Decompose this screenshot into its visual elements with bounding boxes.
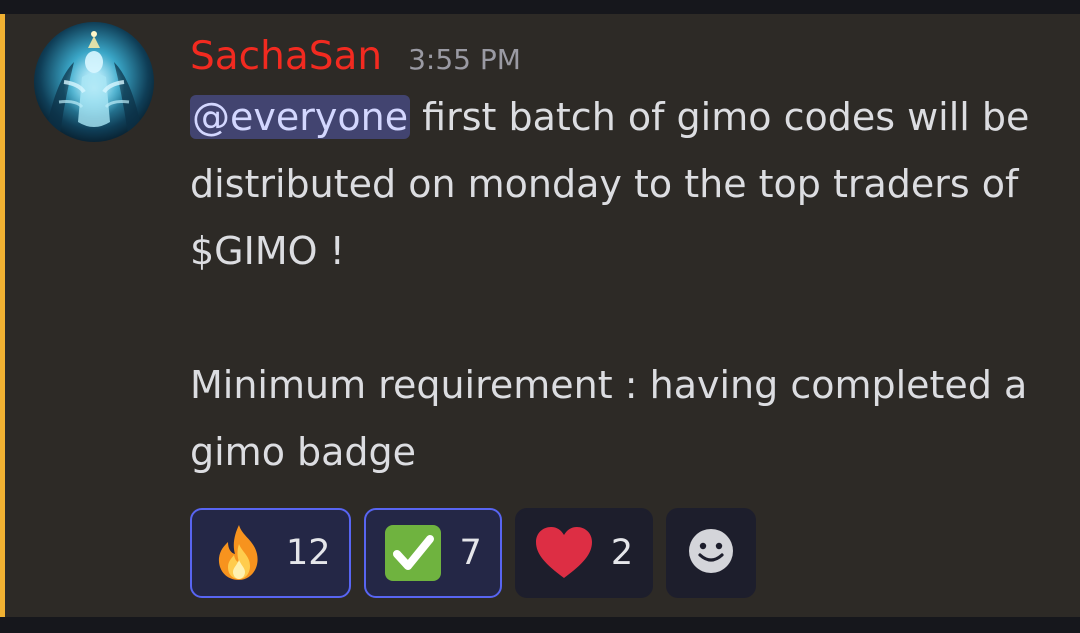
red-heart-emoji-icon bbox=[533, 522, 595, 584]
avatar[interactable] bbox=[34, 22, 154, 142]
message-content: @everyone first batch of gimo codes will… bbox=[190, 84, 1060, 486]
smiley-add-reaction-icon bbox=[687, 527, 735, 580]
check-mark-emoji-icon bbox=[382, 522, 444, 584]
chat-message: SachaSan 3:55 PM @everyone first batch o… bbox=[0, 14, 1080, 617]
everyone-mention[interactable]: @everyone bbox=[190, 95, 411, 139]
author-name[interactable]: SachaSan bbox=[190, 32, 382, 82]
reaction-count: 7 bbox=[459, 533, 482, 573]
message-paragraph: @everyone first batch of gimo codes will… bbox=[190, 84, 1060, 285]
reaction-count: 12 bbox=[286, 533, 331, 573]
chat-window: SachaSan 3:55 PM @everyone first batch o… bbox=[0, 0, 1080, 633]
message-timestamp[interactable]: 3:55 PM bbox=[408, 35, 521, 85]
reactions-bar: 12 7 2 bbox=[190, 508, 757, 598]
reaction-check[interactable]: 7 bbox=[363, 508, 502, 598]
message-paragraph-requirement: Minimum requirement : having completed a… bbox=[190, 363, 1028, 474]
reaction-count: 2 bbox=[610, 533, 634, 573]
reaction-heart[interactable]: 2 bbox=[514, 508, 654, 598]
message-header: SachaSan 3:55 PM bbox=[190, 32, 521, 82]
mention-highlight-bar bbox=[0, 14, 5, 617]
add-reaction-button[interactable] bbox=[666, 508, 757, 598]
fire-emoji-icon bbox=[208, 522, 270, 584]
reaction-fire[interactable]: 12 bbox=[190, 508, 351, 598]
